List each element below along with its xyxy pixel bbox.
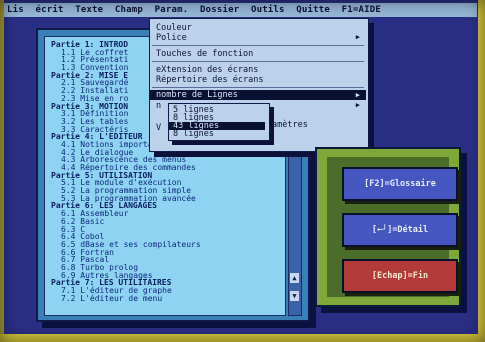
- menu-item-nombre-de-lignes[interactable]: nombre de Lignes: [150, 90, 366, 100]
- menu-texte[interactable]: Texte: [75, 5, 103, 15]
- parametres-text-fragment: amètres: [272, 120, 308, 130]
- menu-lis[interactable]: Lis: [7, 5, 24, 15]
- submenu-arrow-icon: ▶: [355, 91, 360, 99]
- menu-item-police[interactable]: Police: [156, 33, 187, 43]
- submenu-option-8-lignes-2[interactable]: 8 lignes: [173, 130, 214, 139]
- menu-param[interactable]: Param.: [155, 5, 189, 15]
- menu-item-couleur[interactable]: Couleur: [156, 23, 192, 33]
- outline-section-item[interactable]: 7.2 L'éditeur de menu: [51, 294, 201, 303]
- menu-divider: [152, 45, 364, 46]
- menu-divider: [152, 61, 364, 62]
- screen-bezel-right: [478, 0, 485, 342]
- menu-dossier[interactable]: Dossier: [200, 5, 239, 15]
- scroll-down-icon[interactable]: ▼: [290, 291, 299, 301]
- menu-item-n[interactable]: n: [156, 101, 161, 111]
- menu-item-touches-de-fonction[interactable]: Touches de fonction: [156, 49, 253, 59]
- menu-champ[interactable]: Champ: [115, 5, 143, 15]
- menu-outils[interactable]: Outils: [251, 5, 285, 15]
- detail-button[interactable]: [←┘]=Détail: [342, 213, 458, 247]
- menu-item-repertoire-ecrans[interactable]: Répertoire des écrans: [156, 75, 263, 85]
- scroll-up-icon[interactable]: ▲: [290, 273, 299, 283]
- lines-submenu: 5 lignes 8 lignes 43 lignes 8 lignes: [168, 103, 270, 141]
- menu-divider: [152, 87, 364, 88]
- menu-item-v[interactable]: V: [156, 123, 161, 133]
- glossaire-button[interactable]: [F2]=Glossaire: [342, 167, 458, 201]
- submenu-arrow-icon: ▶: [355, 101, 360, 109]
- menu-help[interactable]: F1=AIDE: [342, 5, 381, 15]
- screen-bezel-bottom: [0, 334, 485, 342]
- menu-bar: Lis écrit Texte Champ Param. Dossier Out…: [4, 3, 477, 17]
- submenu-arrow-icon: ▶: [355, 33, 360, 41]
- menu-quitte[interactable]: Quitte: [296, 5, 330, 15]
- screen-bezel-left: [0, 0, 4, 342]
- fin-button[interactable]: [Echap]=Fin: [342, 259, 458, 293]
- menu-ecrit[interactable]: écrit: [35, 5, 63, 15]
- menu-item-extension-ecrans[interactable]: eXtension des écrans: [156, 65, 258, 75]
